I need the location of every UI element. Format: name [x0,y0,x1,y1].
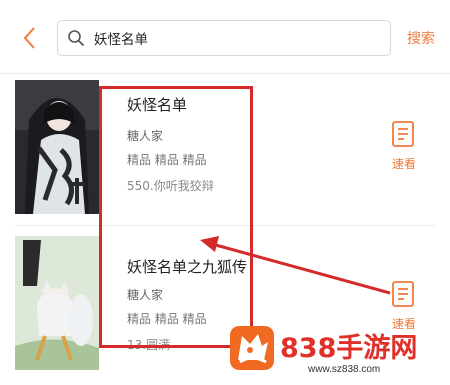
site-watermark: 838手游网 www.sz838.com [228,324,450,385]
watermark-text: 838手游网 [280,333,418,364]
fox-logo-icon [230,326,274,370]
watermark-url: www.sz838.com [308,364,381,375]
